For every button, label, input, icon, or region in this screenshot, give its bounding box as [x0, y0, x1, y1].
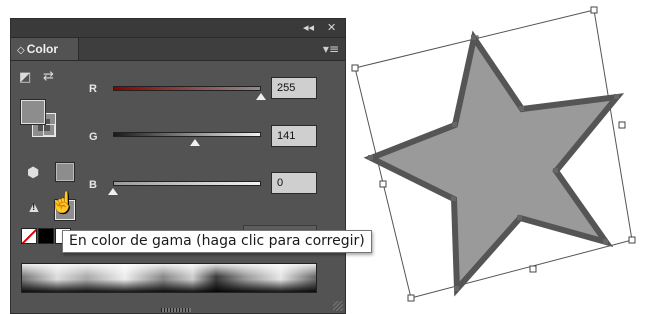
value-field-g[interactable]: 141: [271, 125, 317, 147]
handle-bottom-middle: [529, 265, 537, 273]
tab-color[interactable]: ◇ Color: [11, 38, 79, 60]
handle-middle-left: [379, 180, 387, 188]
panel-titlebar[interactable]: ◂◂ ✕: [11, 19, 345, 38]
out-of-web-color-icon[interactable]: ⬢: [27, 164, 39, 181]
close-icon[interactable]: ✕: [327, 21, 336, 35]
color-panel: ◂◂ ✕ ◇ Color ▾≡ ◩ ⇄ R 255 G 141 B 0 ⬢ ▲!: [10, 18, 346, 314]
handle-bottom-left: [407, 294, 415, 302]
handle-middle-right: [618, 121, 626, 129]
out-of-gamut-warning-icon[interactable]: ▲!: [26, 199, 42, 217]
warning-mark: !: [32, 202, 36, 213]
panel-bottom-grip[interactable]: [161, 308, 191, 312]
slider-r[interactable]: [113, 86, 261, 91]
panel-menu-icon[interactable]: ▾≡: [323, 41, 339, 57]
handle-bottom-right: [628, 236, 636, 244]
panel-resize-grip[interactable]: [333, 301, 343, 311]
color-spectrum[interactable]: [21, 263, 317, 293]
default-colors-icon[interactable]: ◩: [19, 70, 31, 85]
tooltip-text: En color de gama (haga clic para corregi…: [69, 233, 365, 249]
fill-swatch[interactable]: [21, 100, 45, 124]
slider-r-thumb[interactable]: [256, 93, 266, 100]
web-safe-swatch[interactable]: [55, 162, 75, 182]
slider-g[interactable]: [113, 132, 261, 137]
swap-colors-icon[interactable]: ⇄: [43, 69, 54, 84]
stroke-swatch-inner: [43, 124, 55, 136]
handle-top-left: [351, 64, 359, 72]
handle-top-right: [590, 6, 598, 14]
tab-arrows-icon: ◇: [17, 45, 25, 56]
slider-b[interactable]: [113, 181, 261, 186]
panel-tab-row: ◇ Color ▾≡: [11, 38, 345, 61]
channel-label-b: B: [89, 179, 97, 191]
star-shape[interactable]: [363, 30, 625, 297]
channel-label-g: G: [89, 131, 98, 143]
none-swatch[interactable]: [21, 228, 37, 244]
channel-label-r: R: [89, 83, 97, 95]
hand-cursor-icon: ☝: [50, 192, 75, 214]
collapse-icon[interactable]: ◂◂: [303, 21, 314, 35]
value-field-b[interactable]: 0: [271, 172, 317, 194]
slider-b-thumb[interactable]: [108, 188, 118, 195]
tab-color-label: Color: [26, 42, 59, 56]
black-swatch[interactable]: [38, 228, 54, 244]
slider-g-thumb[interactable]: [189, 139, 200, 146]
gamut-tooltip: En color de gama (haga clic para corregi…: [62, 230, 372, 253]
value-field-r[interactable]: 255: [271, 77, 317, 99]
